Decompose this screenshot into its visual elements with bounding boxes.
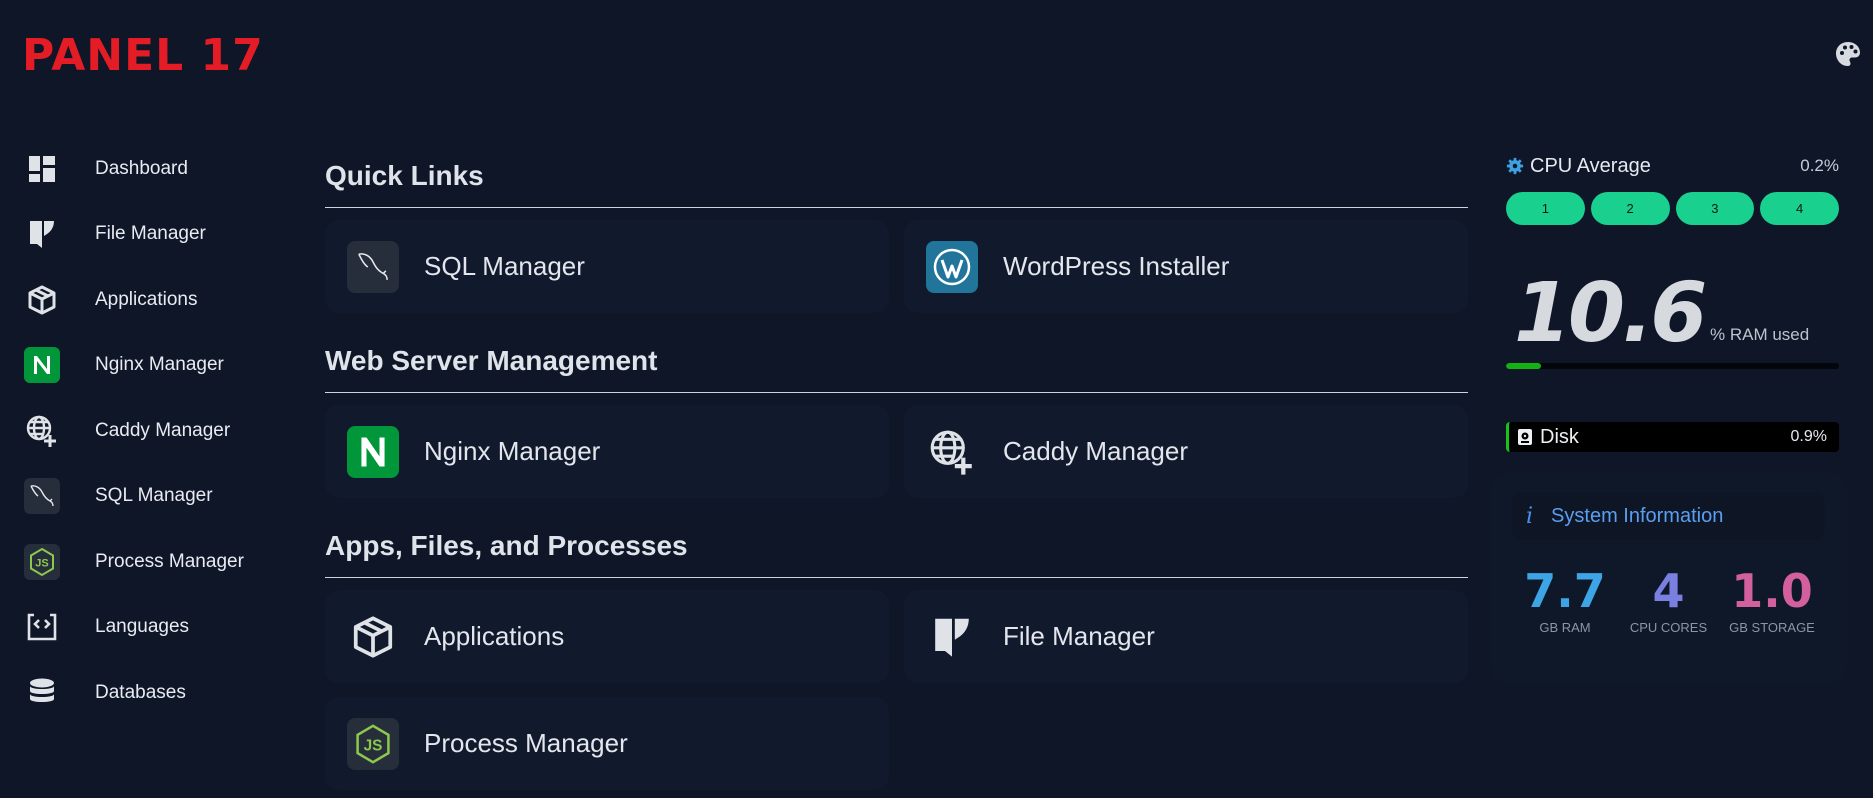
card-label: Process Manager [424,728,628,758]
card-grid: SQL Manager WordPress Installer [325,220,1468,313]
card-nginx-manager[interactable]: Nginx Manager [325,405,889,498]
sidebar-item-process-manager[interactable]: JS Process Manager [24,529,284,595]
nodejs-icon: JS [347,717,399,770]
cpu-core-pill[interactable]: 2 [1590,192,1670,225]
cpu-average-header: CPU Average 0.2% [1506,150,1839,182]
sidebar-item-dashboard[interactable]: Dashboard [24,136,284,202]
palette-icon[interactable] [1834,40,1862,68]
stat-value: 7.7 [1524,564,1606,618]
globe-plus-icon [24,413,60,449]
nginx-icon [24,347,60,384]
ram-usage: 10.6 % RAM used [1506,273,1839,355]
nginx-icon [347,425,399,478]
svg-text:JS: JS [35,557,48,569]
ram-usage-unit: % RAM used [1710,325,1810,344]
disk-usage-value: 0.9% [1790,428,1827,445]
card-label: Caddy Manager [1003,436,1188,466]
section-title: Apps, Files, and Processes [325,520,1468,578]
nodejs-icon: JS [24,543,60,580]
sidebar-item-databases[interactable]: Databases [24,660,284,726]
package-icon [24,282,60,318]
sidebar-item-label: Process Manager [95,550,244,572]
card-file-manager[interactable]: File Manager [904,590,1468,683]
dashboard-icon [24,151,60,187]
stat-label: GB RAM [1539,620,1591,635]
stat-label: CPU CORES [1629,620,1708,635]
system-information-header: i System Information [1512,492,1825,540]
mysql-dolphin-icon [24,478,60,515]
stat-ram: 7.7 GB RAM [1520,564,1610,635]
sidebar-item-label: Dashboard [95,157,188,179]
sidebar-item-file-manager[interactable]: File Manager [24,202,284,268]
stat-storage: 1.0 GB STORAGE [1727,564,1817,635]
mysql-dolphin-icon [347,240,399,293]
sidebar: Dashboard File Manager Applications Ngin… [24,136,284,726]
info-icon: i [1526,503,1534,529]
cpu-cores: 1 2 3 4 [1506,192,1839,225]
disk-usage: Disk 0.9% [1506,422,1839,452]
file-manager-icon [24,216,60,252]
card-caddy-manager[interactable]: Caddy Manager [904,405,1468,498]
ram-usage-bar-fill [1506,363,1542,369]
cpu-average-value: 0.2% [1800,156,1839,175]
sidebar-item-label: Databases [95,681,186,703]
hard-drive-icon [1518,429,1532,445]
sidebar-item-label: Caddy Manager [95,419,231,441]
sidebar-item-nginx-manager[interactable]: Nginx Manager [24,333,284,399]
sidebar-item-label: Languages [95,616,190,638]
system-information-title: System Information [1551,504,1724,527]
app-logo[interactable]: PANEL 17 [22,30,264,82]
system-stats: 7.7 GB RAM 4 CPU CORES 1.0 GB STORAGE [1512,564,1825,635]
file-manager-icon [926,611,978,663]
cpu-core-pill[interactable]: 3 [1675,192,1755,225]
wordpress-icon [926,240,978,293]
card-label: WordPress Installer [1003,251,1230,281]
ram-usage-value: 10.6 [1514,266,1707,361]
sidebar-item-label: File Manager [95,223,206,245]
database-icon [24,675,60,711]
svg-text:JS: JS [364,737,383,754]
cpu-core-pill[interactable]: 4 [1760,192,1839,225]
card-applications[interactable]: Applications [325,590,889,683]
stat-value: 4 [1652,564,1685,618]
card-label: SQL Manager [424,251,585,281]
ram-usage-bar [1506,363,1839,369]
card-label: File Manager [1003,621,1155,651]
section-title: Quick Links [325,150,1468,208]
package-icon [347,611,399,663]
stats-panel: CPU Average 0.2% 1 2 3 4 10.6 % RAM used… [1490,150,1847,684]
card-process-manager[interactable]: JS Process Manager [325,697,889,790]
sidebar-item-sql-manager[interactable]: SQL Manager [24,464,284,530]
sidebar-item-applications[interactable]: Applications [24,267,284,333]
sidebar-item-caddy-manager[interactable]: Caddy Manager [24,398,284,464]
card-label: Nginx Manager [424,436,601,466]
cpu-core-pill[interactable]: 1 [1506,192,1585,225]
system-information-card: i System Information 7.7 GB RAM 4 CPU CO… [1490,472,1847,684]
sidebar-item-label: Nginx Manager [95,354,224,376]
card-grid: Nginx Manager Caddy Manager [325,405,1468,498]
code-file-icon [24,609,60,645]
card-wordpress-installer[interactable]: WordPress Installer [904,220,1468,313]
section-title: Web Server Management [325,335,1468,393]
card-grid: Applications File Manager JS Process Man… [325,590,1468,790]
globe-plus-icon [926,426,978,478]
main-content: Quick Links SQL Manager WordPress Instal… [325,150,1468,798]
card-sql-manager[interactable]: SQL Manager [325,220,889,313]
sidebar-item-languages[interactable]: Languages [24,595,284,661]
disk-label: Disk [1540,425,1579,448]
stat-cpu-cores: 4 CPU CORES [1624,564,1714,635]
card-label: Applications [424,621,565,651]
gear-icon [1506,157,1524,175]
stat-value: 1.0 [1731,564,1813,618]
cpu-average-label: CPU Average [1530,154,1651,177]
sidebar-item-label: Applications [95,288,198,310]
sidebar-item-label: SQL Manager [95,485,213,507]
stat-label: GB STORAGE [1729,620,1815,635]
